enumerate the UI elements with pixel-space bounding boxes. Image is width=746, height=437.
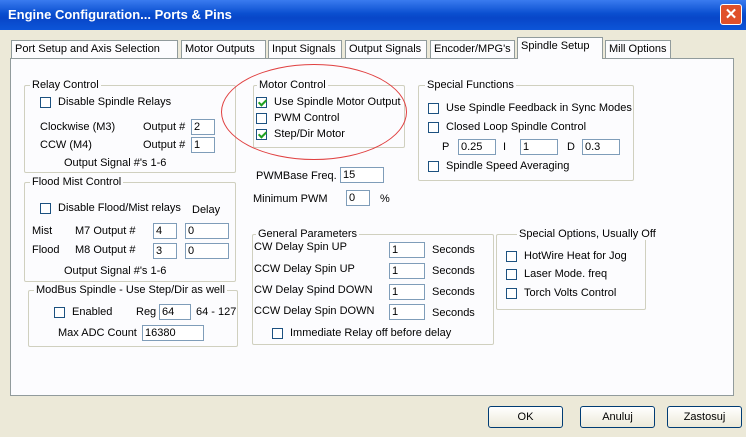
tab-output-signals[interactable]: Output Signals [345,40,427,58]
tab-input-signals[interactable]: Input Signals [268,40,342,58]
closed-loop-checkbox[interactable] [428,122,439,133]
motor-control-title: Motor Control [257,79,328,91]
tab-motor-outputs[interactable]: Motor Outputs [181,40,266,58]
cancel-button[interactable]: Anuluj [580,406,655,428]
spindle-feedback-label: Use Spindle Feedback in Sync Modes [446,102,632,114]
flood-label: Flood [32,244,60,256]
step-dir-motor-checkbox[interactable] [256,129,267,140]
immediate-relay-checkbox[interactable] [272,328,283,339]
delay-label: Delay [192,204,221,216]
cw-spin-up-label: CW Delay Spin UP [254,241,347,253]
torch-volts-checkbox[interactable] [506,288,517,299]
m7-delay-input[interactable]: 0 [185,223,229,239]
minimum-pwm-unit: % [380,193,390,205]
ccw-spin-up-input[interactable]: 1 [389,263,425,279]
m7-output-input[interactable]: 4 [153,223,177,239]
tab-mill-options[interactable]: Mill Options [605,40,671,58]
i-label: I [503,141,507,153]
minimum-pwm-input[interactable]: 0 [346,190,370,206]
reg-range-label: 64 - 127 [196,306,237,318]
cw-output-input[interactable]: 2 [191,119,215,135]
cw-spin-up-unit: Seconds [432,244,475,256]
speed-averaging-checkbox[interactable] [428,161,439,172]
m8-output-input[interactable]: 3 [153,243,177,259]
disable-spindle-relays-checkbox[interactable] [40,97,51,108]
special-functions-title: Special Functions [425,79,516,91]
spindle-feedback-checkbox[interactable] [428,103,439,114]
ccw-spin-up-label: CCW Delay Spin UP [254,263,355,275]
use-spindle-motor-output-label: Use Spindle Motor Output [274,96,401,108]
close-button[interactable]: ✕ [720,4,742,25]
modbus-spindle-title: ModBus Spindle - Use Step/Dir as well [34,284,227,296]
max-adc-label: Max ADC Count [58,327,137,339]
pwm-control-checkbox[interactable] [256,113,267,124]
pwm-base-freq-label: PWMBase Freq. [256,170,337,182]
cw-spin-down-unit: Seconds [432,286,475,298]
disable-flood-mist-label: Disable Flood/Mist relays [58,202,181,214]
flood-mist-title: Flood Mist Control [30,176,124,188]
reg-input[interactable]: 64 [159,304,191,320]
step-dir-motor-label: Step/Dir Motor [274,128,345,140]
max-adc-input[interactable]: 16380 [142,325,204,341]
window-title: Engine Configuration... Ports & Pins [8,7,232,22]
clockwise-label: Clockwise (M3) [40,121,116,133]
d-input[interactable]: 0.3 [582,139,620,155]
hotwire-heat-label: HotWire Heat for Jog [524,250,627,262]
p-label: P [442,141,450,153]
ccw-output-label: Output # [143,139,186,151]
use-spindle-motor-output-checkbox[interactable] [256,97,267,108]
m8-output-label: M8 Output # [75,244,136,256]
tab-encoder-mpg[interactable]: Encoder/MPG's [430,40,515,58]
laser-mode-label: Laser Mode. freq [524,268,608,280]
cw-spin-down-label: CW Delay Spind DOWN [254,284,373,296]
tab-spindle-setup[interactable]: Spindle Setup [517,37,603,59]
flood-output-note: Output Signal #'s 1-6 [64,265,167,277]
m8-delay-input[interactable]: 0 [185,243,229,259]
i-input[interactable]: 1 [520,139,558,155]
closed-loop-label: Closed Loop Spindle Control [446,121,587,133]
minimum-pwm-label: Minimum PWM [253,193,328,205]
disable-spindle-relays-label: Disable Spindle Relays [58,96,172,108]
cw-spin-up-input[interactable]: 1 [389,242,425,258]
title-bar: Engine Configuration... Ports & Pins ✕ [0,0,746,30]
apply-button[interactable]: Zastosuj [667,406,742,428]
speed-averaging-label: Spindle Speed Averaging [446,160,570,172]
d-label: D [567,141,575,153]
ccw-spin-up-unit: Seconds [432,265,475,277]
special-options-title: Special Options, Usually Off [517,228,658,240]
reg-label: Reg [136,306,157,318]
cw-output-label: Output # [143,121,186,133]
hotwire-heat-checkbox[interactable] [506,251,517,262]
dialog-window: Engine Configuration... Ports & Pins ✕ P… [0,0,746,437]
modbus-enabled-checkbox[interactable] [54,307,65,318]
disable-flood-mist-checkbox[interactable] [40,203,51,214]
modbus-enabled-label: Enabled [72,306,113,318]
pwm-control-label: PWM Control [274,112,340,124]
m7-output-label: M7 Output # [75,225,136,237]
ccw-spin-down-input[interactable]: 1 [389,304,425,320]
tab-port-setup[interactable]: Port Setup and Axis Selection [11,40,178,58]
cw-spin-down-input[interactable]: 1 [389,284,425,300]
ccw-output-input[interactable]: 1 [191,137,215,153]
ccw-spin-down-label: CCW Delay Spin DOWN [254,305,375,317]
general-parameters-title: General Parameters [256,228,360,240]
relay-control-title: Relay Control [30,79,101,91]
ccw-spin-down-unit: Seconds [432,307,475,319]
close-icon: ✕ [724,6,738,23]
p-input[interactable]: 0.25 [458,139,496,155]
pwm-base-freq-input[interactable]: 15 [340,167,384,183]
laser-mode-checkbox[interactable] [506,269,517,280]
mist-label: Mist [32,225,53,237]
torch-volts-label: Torch Volts Control [524,287,617,299]
ok-button[interactable]: OK [488,406,563,428]
immediate-relay-label: Immediate Relay off before delay [290,327,452,339]
ccw-label: CCW (M4) [40,139,92,151]
relay-output-note: Output Signal #'s 1-6 [64,157,167,169]
